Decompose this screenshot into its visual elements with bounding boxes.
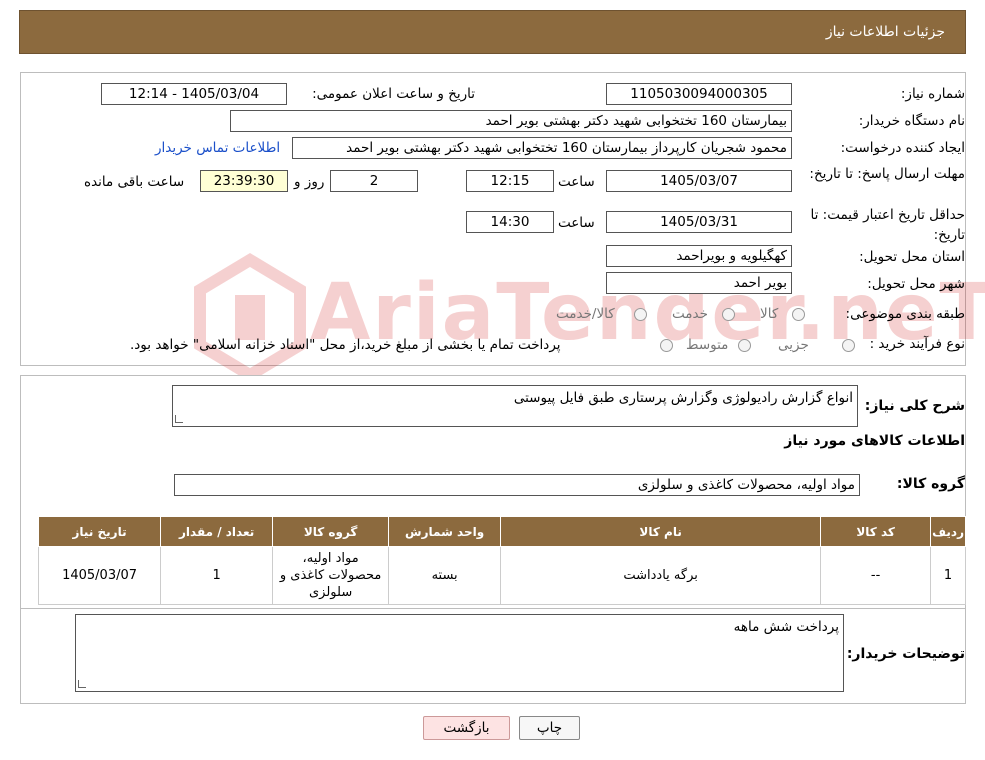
- category-radio-goods-service[interactable]: [634, 308, 647, 321]
- buyer-contact-link[interactable]: اطلاعات تماس خریدار: [155, 140, 280, 156]
- days-field: 2: [330, 170, 418, 192]
- category-radio-service[interactable]: [722, 308, 735, 321]
- reply-deadline-label: مهلت ارسال پاسخ: تا تاریخ:: [809, 166, 965, 182]
- goods-group-label: گروه کالا:: [896, 476, 965, 492]
- process-radio-medium[interactable]: [738, 339, 751, 352]
- process-note: پرداخت تمام یا بخشی از مبلغ خرید،از محل …: [130, 337, 561, 353]
- cell-need-date: 1405/03/07: [37, 546, 162, 605]
- city-field: بویر احمد: [606, 272, 792, 294]
- cell-goods-group: مواد اولیه، محصولات کاغذی و سلولزی: [272, 546, 390, 605]
- col-header-goods-code: کد کالا: [820, 516, 932, 547]
- category-option-service: خدمت: [672, 306, 708, 322]
- announce-label: تاریخ و ساعت اعلان عمومی:: [312, 86, 475, 102]
- back-button[interactable]: بازگشت: [423, 716, 510, 740]
- cell-goods-code: --: [820, 546, 932, 605]
- resize-handle-icon[interactable]: [175, 415, 183, 423]
- page-header: جزئیات اطلاعات نیاز: [19, 10, 966, 54]
- col-header-goods-group: گروه کالا: [272, 516, 390, 547]
- validity-date-field: 1405/03/31: [606, 211, 792, 233]
- requester-label: ایجاد کننده درخواست:: [840, 140, 965, 156]
- col-header-need-date: تاریخ نیاز: [37, 516, 162, 547]
- category-radio-goods[interactable]: [792, 308, 805, 321]
- announce-field: 1405/03/04 - 12:14: [101, 83, 287, 105]
- category-label: طبقه بندی موضوعی:: [845, 306, 965, 322]
- page-title: جزئیات اطلاعات نیاز: [825, 24, 945, 40]
- process-option-medium: متوسط: [686, 337, 729, 353]
- cell-quantity: 1: [160, 546, 274, 605]
- buyer-notes-label: توضیحات خریدار:: [846, 646, 965, 662]
- buyer-org-field: بیمارستان 160 تختخوابی شهید دکتر بهشتی ب…: [230, 110, 792, 132]
- city-label: شهر محل تحویل:: [867, 276, 965, 292]
- requester-field: محمود شجریان کارپرداز بیمارستان 160 تختخ…: [292, 137, 792, 159]
- buyer-notes-text: پرداخت شش ماهه: [733, 619, 839, 635]
- col-header-quantity: تعداد / مقدار: [160, 516, 274, 547]
- items-table-header-row: ردیف کد کالا نام کالا واحد شمارش گروه کا…: [37, 516, 966, 547]
- description-text: انواع گزارش رادیولوژی وگزارش پرستاری طبق…: [513, 390, 853, 406]
- province-label: استان محل تحویل:: [859, 249, 965, 265]
- col-header-unit: واحد شمارش: [388, 516, 502, 547]
- goods-group-field: مواد اولیه، محصولات کاغذی و سلولزی: [174, 474, 860, 496]
- remaining-label: ساعت باقی مانده: [84, 174, 185, 190]
- treasury-checkbox[interactable]: [660, 339, 673, 352]
- cell-row-number: 1: [930, 546, 966, 605]
- category-option-goods-service: کالا/خدمت: [556, 306, 615, 322]
- buyer-org-label: نام دستگاه خریدار:: [858, 113, 965, 129]
- need-number-field: 1105030094000305: [606, 83, 792, 105]
- table-row: 1 -- برگه یادداشت بسته مواد اولیه، محصول…: [37, 546, 966, 605]
- province-field: کهگیلویه و بویراحمد: [606, 245, 792, 267]
- col-header-goods-name: نام کالا: [500, 516, 822, 547]
- reply-date-field: 1405/03/07: [606, 170, 792, 192]
- category-option-goods: کالا: [760, 306, 779, 322]
- validity-label: حداقل تاریخ اعتبار قیمت: تا تاریخ:: [810, 207, 965, 243]
- validity-time-label: ساعت: [558, 215, 595, 231]
- buyer-notes-textarea[interactable]: پرداخت شش ماهه: [75, 614, 844, 692]
- process-option-minor: جزیی: [778, 337, 809, 353]
- validity-time-field: 14:30: [466, 211, 554, 233]
- process-radio-minor[interactable]: [842, 339, 855, 352]
- col-header-row-number: ردیف: [930, 516, 966, 547]
- resize-handle-icon[interactable]: [78, 680, 86, 688]
- reply-time-field: 12:15: [466, 170, 554, 192]
- remaining-time-field: 23:39:30: [200, 170, 288, 192]
- description-textarea[interactable]: انواع گزارش رادیولوژی وگزارش پرستاری طبق…: [172, 385, 858, 427]
- need-number-label: شماره نیاز:: [900, 86, 965, 102]
- print-button[interactable]: چاپ: [519, 716, 580, 740]
- items-table: ردیف کد کالا نام کالا واحد شمارش گروه کا…: [37, 516, 966, 605]
- reply-time-label: ساعت: [558, 174, 595, 190]
- days-label: روز و: [294, 174, 325, 190]
- description-label: شرح کلی نیاز:: [864, 398, 965, 414]
- cell-goods-name: برگه یادداشت: [500, 546, 822, 605]
- cell-unit: بسته: [388, 546, 502, 605]
- goods-section-title: اطلاعات کالاهای مورد نیاز: [784, 433, 965, 449]
- items-table-wrapper: ردیف کد کالا نام کالا واحد شمارش گروه کا…: [37, 516, 966, 605]
- process-label: نوع فرآیند خرید :: [869, 336, 965, 352]
